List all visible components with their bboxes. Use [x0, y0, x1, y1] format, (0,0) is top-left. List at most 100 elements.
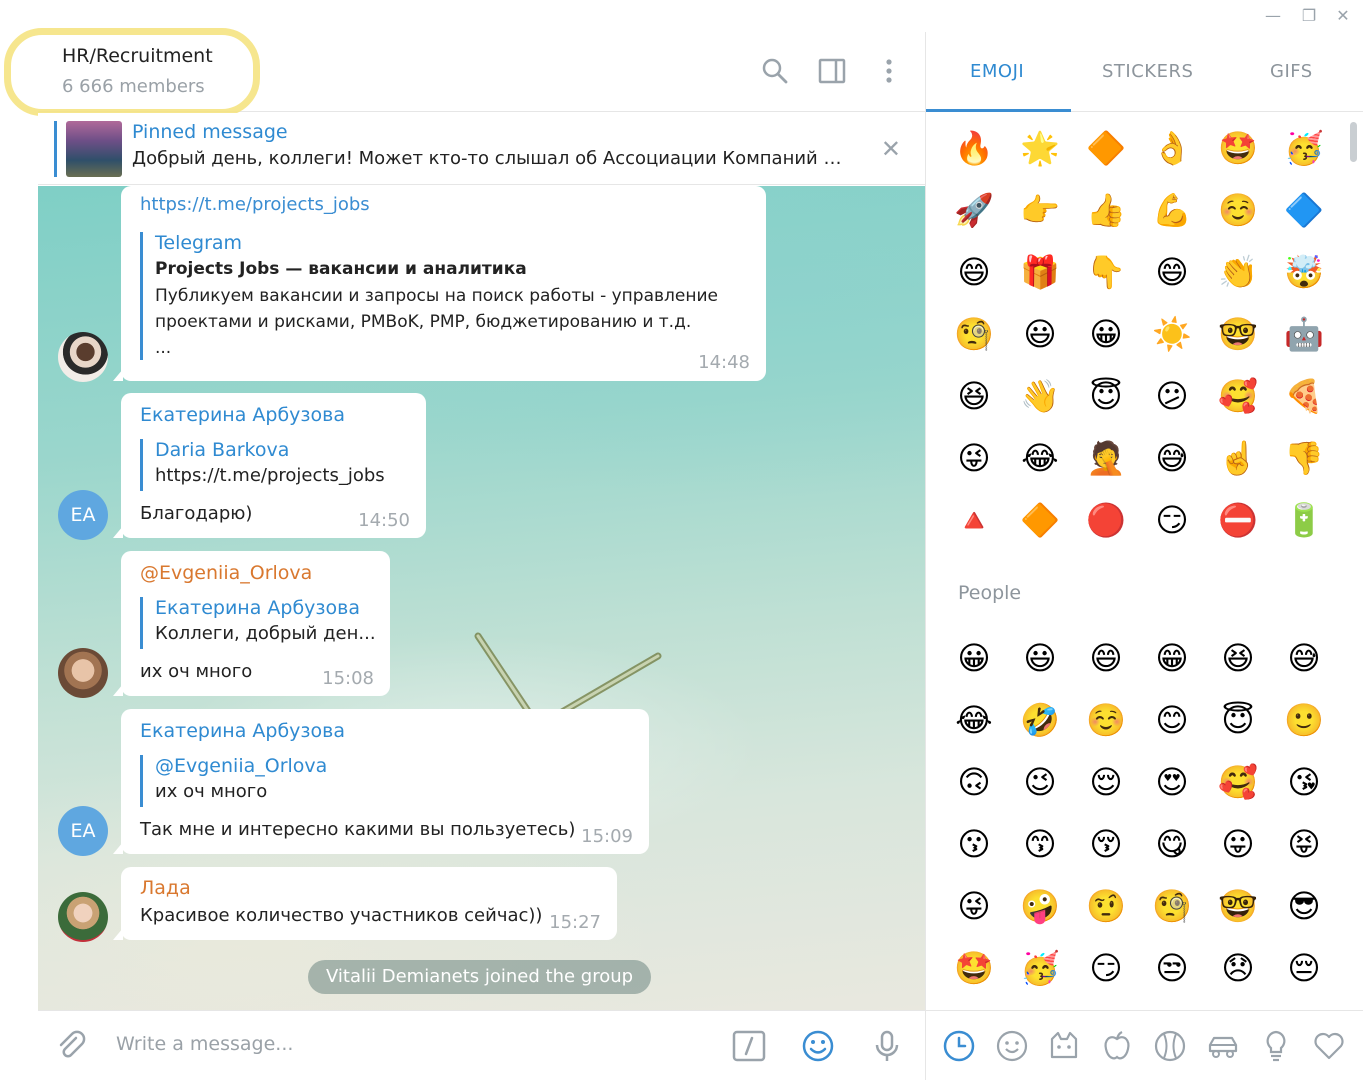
emoji-button[interactable]: 🙃 — [954, 762, 994, 802]
emoji-button[interactable]: 👌 — [1152, 128, 1192, 168]
emoji-button[interactable]: 😛 — [1218, 824, 1258, 864]
chat-title[interactable]: HR/Recruitment — [62, 45, 213, 67]
emoji-button[interactable]: 🤪 — [1020, 886, 1060, 926]
emoji-button[interactable]: 🔷 — [1284, 190, 1324, 230]
avatar[interactable] — [58, 892, 108, 942]
restore-button[interactable]: ❐ — [1296, 4, 1322, 28]
travel-icon[interactable] — [1206, 1029, 1240, 1063]
emoji-button[interactable]: 🔺 — [954, 500, 994, 540]
message-bubble[interactable]: Екатерина Арбузова @Evgeniia_Orlova их о… — [113, 709, 649, 854]
emoji-button[interactable]: 🔶 — [1086, 128, 1126, 168]
emoji-button[interactable]: 😋 — [1152, 824, 1192, 864]
avatar[interactable]: EA — [58, 806, 108, 856]
close-pinned-icon[interactable]: ✕ — [881, 135, 901, 163]
objects-icon[interactable] — [1259, 1029, 1293, 1063]
emoji-button[interactable]: 😞 — [1218, 948, 1258, 988]
message-bubble[interactable]: @Evgeniia_Orlova Екатерина Арбузова Колл… — [113, 551, 390, 696]
emoji-button[interactable]: 🚀 — [954, 190, 994, 230]
emoji-button[interactable]: 🤨 — [1086, 886, 1126, 926]
tab-emoji[interactable]: EMOJI — [970, 61, 1024, 82]
emoji-button[interactable]: 🍕 — [1284, 376, 1324, 416]
emoji-button[interactable]: 🔋 — [1284, 500, 1324, 540]
emoji-button[interactable]: 😅 — [1152, 438, 1192, 478]
reply-text[interactable]: Коллеги, добрый ден... — [155, 623, 376, 644]
avatar[interactable] — [58, 648, 108, 698]
more-options-icon[interactable] — [874, 56, 904, 86]
message-bubble[interactable]: Екатерина Арбузова Daria Barkova https:/… — [113, 393, 426, 538]
emoji-button[interactable]: 😝 — [1284, 824, 1324, 864]
emoji-button[interactable]: 😆 — [1218, 638, 1258, 678]
bot-commands-icon[interactable] — [732, 1029, 766, 1063]
emoji-button[interactable]: 🤓 — [1218, 886, 1258, 926]
emoji-button[interactable]: 🔶 — [1020, 500, 1060, 540]
emoji-button[interactable]: 🤩 — [1218, 128, 1258, 168]
emoji-icon[interactable] — [801, 1029, 835, 1063]
emoji-button[interactable]: 😒 — [1152, 948, 1192, 988]
avatar[interactable]: EA — [58, 490, 108, 540]
reply-text[interactable]: https://t.me/projects_jobs — [155, 465, 385, 486]
emoji-button[interactable]: 😎 — [1284, 886, 1324, 926]
tab-stickers[interactable]: STICKERS — [1102, 61, 1193, 82]
emoji-button[interactable]: 😊 — [1152, 700, 1192, 740]
emoji-button[interactable]: 👉 — [1020, 190, 1060, 230]
pinned-message[interactable]: Pinned message Добрый день, коллеги! Мож… — [38, 113, 925, 185]
emoji-button[interactable]: 🤓 — [1218, 314, 1258, 354]
emoji-button[interactable]: 🤣 — [1020, 700, 1060, 740]
emoji-button[interactable]: ⛔ — [1218, 500, 1258, 540]
emoji-button[interactable]: 🥰 — [1218, 762, 1258, 802]
emoji-button[interactable]: ☺️ — [1086, 700, 1126, 740]
emoji-button[interactable]: 😄 — [1086, 638, 1126, 678]
emoji-button[interactable]: 🔥 — [954, 128, 994, 168]
emoji-button[interactable]: 👇 — [1086, 252, 1126, 292]
emoji-button[interactable]: 🤯 — [1284, 252, 1324, 292]
avatar[interactable] — [58, 332, 108, 382]
emoji-button[interactable]: 🤦 — [1086, 438, 1126, 478]
close-window-button[interactable]: ✕ — [1330, 4, 1356, 28]
emoji-button[interactable]: 😜 — [954, 886, 994, 926]
emoji-button[interactable]: 😂 — [954, 700, 994, 740]
food-icon[interactable] — [1100, 1029, 1134, 1063]
emoji-button[interactable]: 🥳 — [1020, 948, 1060, 988]
emoji-button[interactable]: 😘 — [1284, 762, 1324, 802]
emoji-button[interactable]: 😁 — [1152, 638, 1192, 678]
emoji-button[interactable]: 🧐 — [1152, 886, 1192, 926]
emoji-button[interactable]: 🤖 — [1284, 314, 1324, 354]
emoji-button[interactable]: 😕 — [1152, 376, 1192, 416]
emoji-button[interactable]: 😉 — [1020, 762, 1060, 802]
minimize-button[interactable]: — — [1260, 4, 1286, 28]
emoji-button[interactable]: 😏 — [1152, 500, 1192, 540]
emoji-button[interactable]: 😌 — [1086, 762, 1126, 802]
emoji-button[interactable]: ☝️ — [1218, 438, 1258, 478]
emoji-button[interactable]: 😙 — [1020, 824, 1060, 864]
emoji-button[interactable]: 😜 — [954, 438, 994, 478]
emoji-button[interactable]: 😄 — [1152, 252, 1192, 292]
emoji-button[interactable]: 🙂 — [1284, 700, 1324, 740]
emoji-button[interactable]: 🎁 — [1020, 252, 1060, 292]
search-icon[interactable] — [760, 56, 790, 86]
activity-icon[interactable] — [1153, 1029, 1187, 1063]
animals-icon[interactable] — [1047, 1029, 1081, 1063]
message-bubble[interactable]: https://t.me/projects_jobs Telegram Proj… — [113, 186, 766, 381]
microphone-icon[interactable] — [870, 1029, 904, 1063]
emoji-button[interactable]: 😔 — [1284, 948, 1324, 988]
emoji-button[interactable]: 😀 — [954, 638, 994, 678]
emoji-button[interactable]: 😆 — [954, 376, 994, 416]
symbols-icon[interactable] — [1312, 1029, 1346, 1063]
attach-icon[interactable] — [54, 1029, 88, 1063]
emoji-button[interactable]: 😚 — [1086, 824, 1126, 864]
emoji-button[interactable]: 😅 — [1284, 638, 1324, 678]
emoji-button[interactable]: 😏 — [1086, 948, 1126, 988]
reply-name[interactable]: @Evgeniia_Orlova — [155, 755, 327, 777]
emoji-button[interactable]: 👋 — [1020, 376, 1060, 416]
emoji-button[interactable]: 👏 — [1218, 252, 1258, 292]
scrollbar-thumb[interactable] — [1350, 122, 1357, 162]
smileys-icon[interactable] — [995, 1029, 1029, 1063]
emoji-button[interactable]: 🧐 — [954, 314, 994, 354]
emoji-button[interactable]: 😍 — [1152, 762, 1192, 802]
reply-name[interactable]: Daria Barkova — [155, 439, 289, 461]
sender-name[interactable]: @Evgeniia_Orlova — [140, 562, 312, 584]
emoji-button[interactable]: ☀️ — [1152, 314, 1192, 354]
sender-name[interactable]: Екатерина Арбузова — [140, 404, 345, 426]
emoji-button[interactable]: 🥰 — [1218, 376, 1258, 416]
emoji-button[interactable]: 😃 — [1020, 314, 1060, 354]
